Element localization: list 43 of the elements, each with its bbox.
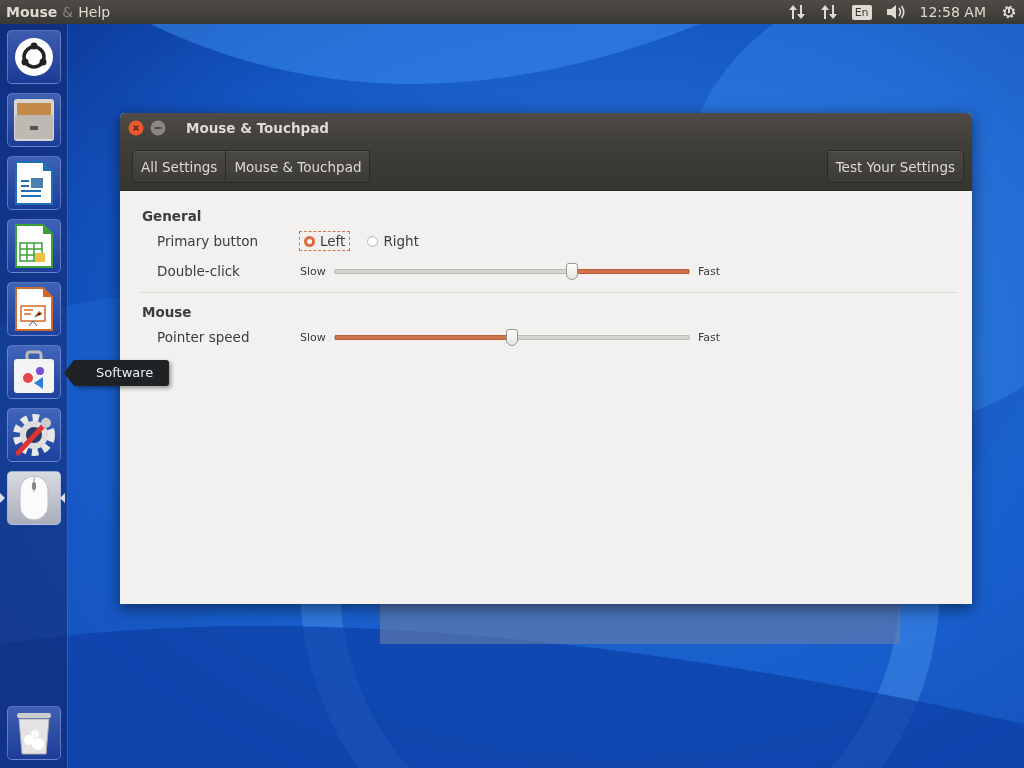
slider-max-label: Fast xyxy=(697,330,720,344)
setting-label: Double-click xyxy=(157,262,241,281)
network-arrows-icon[interactable] xyxy=(819,4,838,20)
slider-min-label: Slow xyxy=(300,330,326,344)
tooltip: Software xyxy=(64,360,170,386)
close-icon[interactable] xyxy=(128,120,144,136)
network-arrows-icon[interactable] xyxy=(787,4,806,20)
launcher-button[interactable] xyxy=(7,706,61,760)
window-title: Mouse & Touchpad xyxy=(186,120,330,136)
breadcrumb-button[interactable]: Mouse & Touchpad xyxy=(226,150,371,183)
launcher-button[interactable] xyxy=(7,93,61,147)
slider-min-label: Slow xyxy=(300,264,326,278)
trash-icon xyxy=(14,710,54,756)
menu-separator: & xyxy=(62,4,74,20)
setting-label: Pointer speed xyxy=(157,328,251,347)
launcher-button[interactable] xyxy=(7,282,61,336)
launcher-button[interactable] xyxy=(7,156,61,210)
shopping-bag-icon xyxy=(11,349,57,395)
radio-option[interactable]: Left xyxy=(300,232,350,250)
circle-logo-icon xyxy=(14,37,54,77)
radio-option[interactable]: Right xyxy=(363,232,423,250)
launcher-button[interactable] xyxy=(7,219,61,273)
gear-icon[interactable] xyxy=(1000,3,1018,21)
clock[interactable]: 12:58 AM xyxy=(919,4,986,20)
slider-max-label: Fast xyxy=(697,264,720,278)
breadcrumb-button[interactable]: All Settings xyxy=(132,150,227,183)
menu-item[interactable]: Help xyxy=(78,4,111,20)
app-title: Mouse xyxy=(6,4,58,20)
slider[interactable] xyxy=(333,261,690,281)
minimize-icon[interactable] xyxy=(150,120,166,136)
active-indicator-icon xyxy=(0,493,5,503)
keyboard-indicator[interactable]: En xyxy=(851,4,872,20)
gear-wrench-icon xyxy=(10,411,58,459)
test-settings-button[interactable]: Test Your Settings xyxy=(826,150,964,183)
slider[interactable] xyxy=(333,327,690,347)
section-heading: Mouse xyxy=(142,304,193,320)
drawer-icon xyxy=(11,97,57,143)
launcher-button[interactable] xyxy=(7,345,61,399)
volume-icon[interactable] xyxy=(885,4,906,20)
launcher-button[interactable] xyxy=(7,408,61,462)
section-heading: General xyxy=(142,208,203,224)
setting-label: Primary button xyxy=(157,232,259,251)
launcher-button[interactable] xyxy=(7,30,61,84)
